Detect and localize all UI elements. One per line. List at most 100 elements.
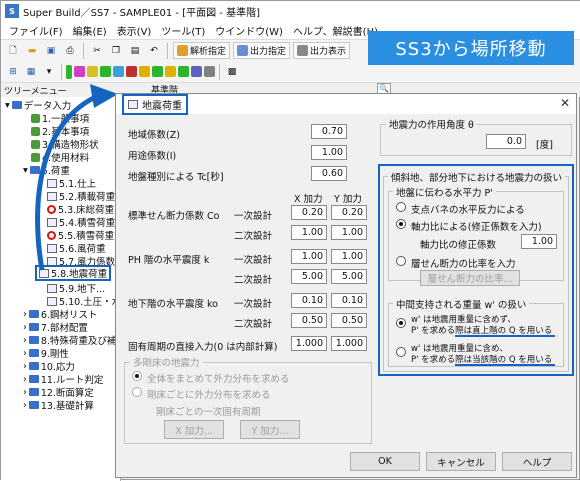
co-first-y-input[interactable]: 0.20 — [331, 205, 367, 220]
tree-item[interactable]: › 8.特殊荷重及び補正 — [23, 334, 120, 348]
ph-second-y-input[interactable]: 5.00 — [331, 269, 367, 284]
slope-label: 傾斜地、部分地下における地震力の扱い — [388, 170, 566, 184]
output-spec-button[interactable]: 出力指定 — [233, 42, 291, 59]
period-x-input[interactable]: 1.000 — [291, 336, 327, 351]
output-view-label: 出力表示 — [310, 47, 347, 57]
multi-opt1-label: 全体をまとめて外力分布を求める — [147, 374, 290, 385]
slab-icon[interactable] — [113, 66, 124, 77]
co-second-x-input[interactable]: 1.00 — [291, 225, 327, 240]
opening-icon[interactable] — [126, 66, 137, 77]
spring-radio[interactable] — [396, 202, 406, 212]
axial-ratio-radio[interactable] — [396, 219, 406, 229]
importance-input[interactable]: 1.00 — [311, 145, 347, 160]
multi-y-button[interactable]: Y 加力... — [240, 420, 300, 439]
multi-opt1-radio[interactable] — [132, 371, 142, 381]
zone-coef-label: 地域係数(Z) — [128, 130, 180, 141]
tree-item[interactable]: 5.9.地下... — [47, 282, 105, 295]
zone-coef-input[interactable]: 0.70 — [311, 124, 347, 139]
new-file-icon[interactable]: 🗋 — [5, 42, 21, 59]
ok-button[interactable]: OK — [350, 452, 420, 471]
ko-first-x-input[interactable]: 0.10 — [291, 293, 327, 308]
co-second-y-input[interactable]: 1.00 — [331, 225, 367, 240]
period-y-input[interactable]: 1.000 — [331, 336, 367, 351]
ph-first-y-input[interactable]: 1.00 — [331, 249, 367, 264]
close-icon[interactable]: ✕ — [560, 96, 570, 110]
node-icon[interactable] — [178, 66, 189, 77]
folder-icon — [28, 310, 39, 318]
cut-icon[interactable]: ✂ — [89, 42, 105, 59]
menu-edit[interactable]: 編集(E) — [73, 23, 107, 38]
expand-icon: › — [23, 308, 27, 320]
ph-second-x-input[interactable]: 5.00 — [291, 269, 327, 284]
brace-icon[interactable] — [100, 66, 111, 77]
undo-icon[interactable]: ↶ — [146, 42, 162, 59]
grid-icon[interactable] — [204, 66, 215, 77]
second-design-label: 二次設計 — [234, 231, 273, 242]
tree-item-label: 7.部材配置 — [40, 323, 88, 334]
tree-item[interactable]: › 11.ルート判定 — [23, 373, 103, 387]
shear-ratio-radio[interactable] — [396, 256, 406, 266]
grid-toggle-icon[interactable]: ▩ — [224, 63, 240, 80]
seismic-load-dialog: 地震荷重 ✕ 地域係数(Z) 0.70 用途係数(I) 1.00 地盤種別による… — [115, 93, 577, 478]
menu-tools[interactable]: ツール(T) — [161, 23, 205, 38]
cancel-button[interactable]: キャンセル — [426, 452, 496, 471]
expand-icon: › — [23, 321, 27, 333]
tree-item[interactable]: › 10.応力 — [23, 360, 75, 374]
menu-file[interactable]: ファイル(F) — [9, 23, 63, 38]
angle-label: 地震力の作用角度 θ — [386, 117, 477, 131]
analysis-spec-button[interactable]: 解析指定 — [173, 42, 231, 59]
menu-view[interactable]: 表示(V) — [117, 23, 152, 38]
member-icon[interactable] — [191, 66, 202, 77]
ko-second-y-input[interactable]: 0.50 — [331, 313, 367, 328]
tree-item[interactable]: › 13.基礎計算 — [23, 399, 94, 413]
shear-ratio-label: 層せん断力の比率を入力 — [411, 259, 516, 270]
load-icon[interactable] — [139, 66, 150, 77]
tree-item[interactable]: 5.10.土圧・水圧 — [47, 295, 120, 308]
ko-first-y-input[interactable]: 0.10 — [331, 293, 367, 308]
weight-opt2-radio[interactable] — [396, 347, 406, 357]
co-label: 標準せん断力係数 Co — [128, 211, 220, 222]
toolbar-separator — [219, 63, 220, 80]
tree-item[interactable]: › 9.剛性 — [23, 347, 69, 361]
wall-icon[interactable] — [87, 66, 98, 77]
output-view-button[interactable]: 出力表示 — [293, 42, 351, 59]
toolbar-separator — [83, 42, 84, 59]
axial-coef-input[interactable]: 1.00 — [521, 234, 557, 249]
beam-icon[interactable] — [74, 66, 85, 77]
print-icon[interactable]: ⎙ — [62, 42, 78, 59]
tree-item[interactable]: › 6.鋼材リスト — [23, 308, 97, 322]
spring-icon[interactable] — [152, 66, 163, 77]
title-bar: S Super Build／SS7 - SAMPLE01 - [平面図 - 基準… — [1, 1, 580, 21]
folder-icon — [28, 349, 39, 357]
support-icon[interactable] — [165, 66, 176, 77]
menu-window[interactable]: ウインドウ(W) — [215, 23, 283, 38]
shear-ratio-button[interactable]: 層せん断力の比率... — [420, 270, 520, 286]
paste-icon[interactable]: ▤ — [127, 42, 143, 59]
expand-icon: › — [23, 334, 27, 346]
column-icon[interactable] — [66, 64, 72, 79]
table-icon — [47, 283, 57, 293]
folder-icon — [28, 323, 39, 331]
ph-first-x-input[interactable]: 1.00 — [291, 249, 327, 264]
weight-opt1-radio[interactable] — [396, 318, 406, 328]
dropdown-icon[interactable]: ▾ — [41, 63, 57, 80]
multi-x-button[interactable]: X 加力... — [164, 420, 224, 439]
tree-item[interactable]: › 7.部材配置 — [23, 321, 88, 335]
tc-input[interactable]: 0.60 — [311, 166, 347, 181]
help-button[interactable]: ヘルプ — [502, 452, 572, 471]
open-folder-icon[interactable]: ▬ — [24, 42, 40, 59]
copy-icon[interactable]: ❐ — [108, 42, 124, 59]
save-icon[interactable]: ▣ — [43, 42, 59, 59]
menu-help[interactable]: ヘルプ、解説書(H) — [293, 23, 378, 38]
tree-item[interactable]: › 12.断面算定 — [23, 386, 94, 400]
co-first-x-input[interactable]: 0.20 — [291, 205, 327, 220]
angle-input[interactable]: 0.0 — [486, 134, 526, 149]
ko-second-x-input[interactable]: 0.50 — [291, 313, 327, 328]
dialog-icon — [128, 99, 138, 109]
weight-label: 中間支持される重量 w' の扱い — [393, 297, 530, 311]
plan-view-icon[interactable]: ⊞ — [5, 63, 21, 80]
multi-opt2-radio[interactable] — [132, 387, 142, 397]
collapse-icon: ▾ — [23, 164, 28, 176]
elevation-view-icon[interactable]: ▦ — [23, 63, 39, 80]
x-force-header: X 加力 — [294, 194, 323, 205]
